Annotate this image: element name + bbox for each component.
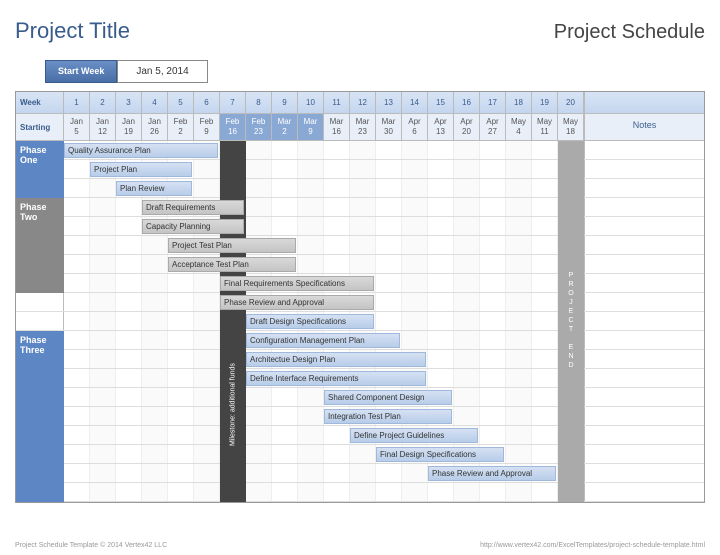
task-row: Plan Review xyxy=(16,179,704,198)
week-num-4: 4 xyxy=(142,92,168,113)
week-num-15: 15 xyxy=(428,92,454,113)
task-row: Draft Requirements xyxy=(16,198,704,217)
task-row: Shared Component Design xyxy=(16,388,704,407)
week-date-11: Mar16 xyxy=(324,114,350,140)
task-bar[interactable]: Project Test Plan xyxy=(168,238,296,253)
start-week-row: Start Week Jan 5, 2014 xyxy=(45,60,705,83)
task-bar[interactable]: Final Requirements Specifications xyxy=(220,276,374,291)
task-row: Configuration Management Plan xyxy=(16,331,704,350)
week-num-13: 13 xyxy=(376,92,402,113)
week-date-1: Jan5 xyxy=(64,114,90,140)
task-row: Integration Test Plan xyxy=(16,407,704,426)
week-num-19: 19 xyxy=(532,92,558,113)
week-date-9: Mar2 xyxy=(272,114,298,140)
week-num-6: 6 xyxy=(194,92,220,113)
week-date-15: Apr13 xyxy=(428,114,454,140)
week-date-3: Jan19 xyxy=(116,114,142,140)
start-week-input[interactable]: Jan 5, 2014 xyxy=(117,60,207,83)
week-num-8: 8 xyxy=(246,92,272,113)
task-row: Define Interface Requirements xyxy=(16,369,704,388)
task-bar[interactable]: Draft Design Specifications xyxy=(246,314,374,329)
week-num-7: 7 xyxy=(220,92,246,113)
task-bar[interactable]: Plan Review xyxy=(116,181,192,196)
week-num-3: 3 xyxy=(116,92,142,113)
schedule-heading: Project Schedule xyxy=(554,21,705,44)
task-row: Define Project Guidelines xyxy=(16,426,704,445)
week-date-19: May11 xyxy=(532,114,558,140)
task-row: Architectue Design Plan xyxy=(16,350,704,369)
task-row: Quality Assurance Plan xyxy=(16,141,704,160)
project-title: Project Title xyxy=(15,18,130,44)
week-num-2: 2 xyxy=(90,92,116,113)
task-bar[interactable]: Acceptance Test Plan xyxy=(168,257,296,272)
task-row: Capacity Planning xyxy=(16,217,704,236)
chart-body: Phase One Phase Two Phase Three Mileston… xyxy=(16,141,704,502)
week-num-16: 16 xyxy=(454,92,480,113)
week-num-10: 10 xyxy=(298,92,324,113)
starting-label: Starting xyxy=(16,114,64,140)
milestone-label: Milestone: additional funds xyxy=(230,348,237,462)
week-date-17: Apr27 xyxy=(480,114,506,140)
week-date-8: Feb23 xyxy=(246,114,272,140)
task-row: Phase Review and Approval xyxy=(16,293,704,312)
week-num-14: 14 xyxy=(402,92,428,113)
week-date-14: Apr6 xyxy=(402,114,428,140)
task-bar[interactable]: Phase Review and Approval xyxy=(428,466,556,481)
task-row: Final Requirements Specifications xyxy=(16,274,704,293)
task-bar[interactable]: Phase Review and Approval xyxy=(220,295,374,310)
week-date-12: Mar23 xyxy=(350,114,376,140)
week-num-20: 20 xyxy=(558,92,584,113)
task-bar[interactable]: Capacity Planning xyxy=(142,219,244,234)
task-bar[interactable]: Configuration Management Plan xyxy=(246,333,400,348)
phase-three-label: Phase Three xyxy=(16,331,64,502)
task-bar[interactable]: Define Interface Requirements xyxy=(246,371,426,386)
week-num-11: 11 xyxy=(324,92,350,113)
header-week-row: Week 1234567891011121314151617181920 xyxy=(16,92,704,114)
task-bar[interactable]: Draft Requirements xyxy=(142,200,244,215)
week-date-6: Feb9 xyxy=(194,114,220,140)
week-date-2: Jan12 xyxy=(90,114,116,140)
task-row: Draft Design Specifications xyxy=(16,312,704,331)
week-num-1: 1 xyxy=(64,92,90,113)
week-num-17: 17 xyxy=(480,92,506,113)
footer-url: http://www.vertex42.com/ExcelTemplates/p… xyxy=(480,542,705,549)
phase-one-label: Phase One xyxy=(16,141,64,198)
notes-header: Notes xyxy=(584,114,704,140)
phase-two-label: Phase Two xyxy=(16,198,64,293)
project-end-bar: PROJECT END xyxy=(558,141,584,502)
task-row: Project Test Plan xyxy=(16,236,704,255)
week-num-9: 9 xyxy=(272,92,298,113)
project-end-label: PROJECT END xyxy=(568,272,575,371)
title-row: Project Title Project Schedule xyxy=(15,10,705,60)
task-bar[interactable]: Quality Assurance Plan xyxy=(64,143,218,158)
week-date-7: Feb16 xyxy=(220,114,246,140)
task-row: Project Plan xyxy=(16,160,704,179)
footer: Project Schedule Template © 2014 Vertex4… xyxy=(15,542,705,549)
task-bar[interactable]: Define Project Guidelines xyxy=(350,428,478,443)
task-row xyxy=(16,483,704,502)
task-bar[interactable]: Shared Component Design xyxy=(324,390,452,405)
task-bar[interactable]: Integration Test Plan xyxy=(324,409,452,424)
task-bar[interactable]: Project Plan xyxy=(90,162,192,177)
week-date-4: Jan26 xyxy=(142,114,168,140)
week-num-5: 5 xyxy=(168,92,194,113)
week-num-12: 12 xyxy=(350,92,376,113)
task-row: Phase Review and Approval xyxy=(16,464,704,483)
week-date-13: Mar30 xyxy=(376,114,402,140)
task-bar[interactable]: Final Design Specifications xyxy=(376,447,504,462)
start-week-label: Start Week xyxy=(45,60,117,83)
week-date-20: May18 xyxy=(558,114,584,140)
footer-copyright: Project Schedule Template © 2014 Vertex4… xyxy=(15,542,167,549)
task-row: Final Design Specifications xyxy=(16,445,704,464)
week-date-16: Apr20 xyxy=(454,114,480,140)
task-row: Acceptance Test Plan xyxy=(16,255,704,274)
header-date-row: Starting Jan5Jan12Jan19Jan26Feb2Feb9Feb1… xyxy=(16,114,704,141)
week-label: Week xyxy=(16,92,64,113)
week-date-18: May4 xyxy=(506,114,532,140)
week-date-10: Mar9 xyxy=(298,114,324,140)
task-bar[interactable]: Architectue Design Plan xyxy=(246,352,426,367)
week-num-18: 18 xyxy=(506,92,532,113)
gantt-chart: Week 1234567891011121314151617181920 Sta… xyxy=(15,91,705,503)
week-date-5: Feb2 xyxy=(168,114,194,140)
